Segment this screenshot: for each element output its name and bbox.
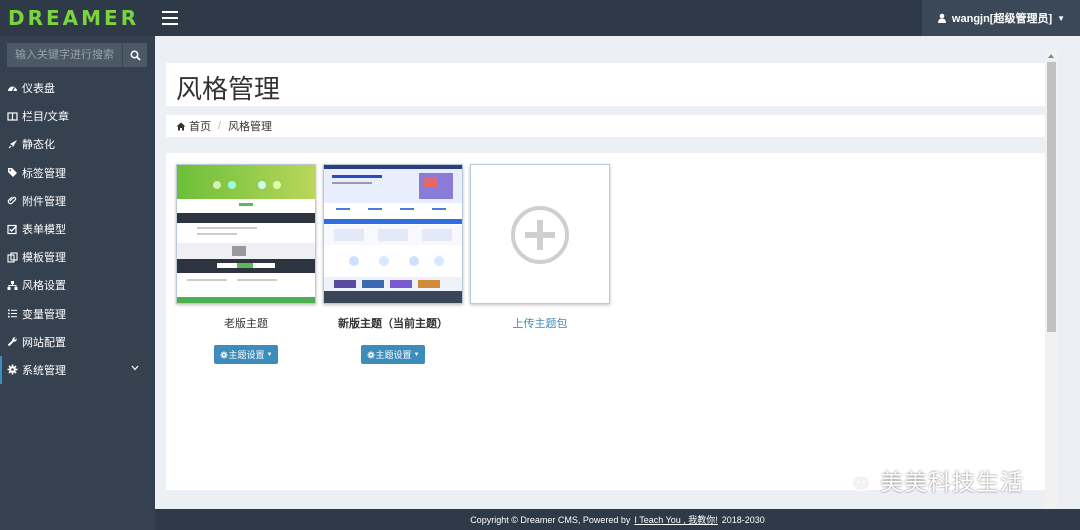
plus-circle-icon <box>511 206 569 264</box>
sidebar-item-columns[interactable]: 栏目/文章 <box>0 102 155 130</box>
sidebar-item-attachments[interactable]: 附件管理 <box>0 187 155 215</box>
upload-theme-box[interactable] <box>470 164 610 304</box>
sidebar-item-label: 附件管理 <box>22 195 66 208</box>
caret-down-icon: ▼ <box>413 351 420 358</box>
search-input[interactable] <box>7 43 122 67</box>
gear-icon <box>219 350 228 359</box>
footer-years: 2018-2030 <box>721 514 765 525</box>
logo-text: DREAMER <box>8 6 140 30</box>
new-theme-preview-image <box>324 165 462 303</box>
theme-settings-button-new[interactable]: 主题设置 ▼ <box>361 345 425 364</box>
search-icon <box>130 50 141 61</box>
menu-toggle-icon[interactable] <box>162 11 178 25</box>
logo[interactable]: DREAMER <box>0 0 155 36</box>
scroll-thumb[interactable] <box>1047 62 1056 332</box>
wechat-icon <box>839 468 871 492</box>
sidebar-item-label: 变量管理 <box>22 308 66 321</box>
user-menu[interactable]: wangjn[超级管理员] ▼ <box>922 0 1080 36</box>
breadcrumb-separator: / <box>218 120 222 132</box>
list-icon <box>7 308 18 319</box>
breadcrumb-home-label: 首页 <box>189 121 211 133</box>
sidebar-item-forms[interactable]: 表单模型 <box>0 215 155 243</box>
old-theme-preview-image <box>177 165 315 303</box>
template-icon <box>7 252 18 263</box>
footer-copyright: Copyright © Dreamer CMS, Powered by <box>470 514 631 525</box>
themes-panel: 老版主题 主题设置 ▼ 新版主题（当前主题） 主题设置 ▼ 上传主题包 <box>166 153 1046 490</box>
theme-card-old: 老版主题 主题设置 ▼ <box>176 164 316 364</box>
wrench-icon <box>7 336 18 347</box>
sidebar-item-static[interactable]: 静态化 <box>0 130 155 158</box>
footer: Copyright © Dreamer CMS, Powered by I Te… <box>155 509 1080 530</box>
theme-card-new: 新版主题（当前主题） 主题设置 ▼ <box>323 164 463 364</box>
gear-icon <box>7 364 18 375</box>
theme-settings-button-old[interactable]: 主题设置 ▼ <box>214 345 278 364</box>
sidebar-item-system[interactable]: 系统管理 <box>0 355 155 385</box>
watermark: 美美科技生活 <box>838 463 1024 497</box>
sidebar-item-label: 标签管理 <box>22 167 66 180</box>
sidebar-search <box>7 43 147 67</box>
breadcrumb-current: 风格管理 <box>228 121 273 133</box>
sidebar-item-label: 系统管理 <box>22 364 66 377</box>
sidebar-item-label: 网站配置 <box>22 336 66 349</box>
paperclip-icon <box>7 195 18 206</box>
breadcrumb: 首页 / 风格管理 <box>166 115 1046 137</box>
page-header: 风格管理 <box>166 63 1046 106</box>
theme-name-old: 老版主题 <box>224 318 268 330</box>
tags-icon <box>7 167 18 178</box>
top-navbar: DREAMER wangjn[超级管理员] ▼ <box>0 0 1080 36</box>
content-scrollbar[interactable] <box>1045 50 1058 509</box>
theme-thumbnail-new[interactable] <box>323 164 463 304</box>
caret-down-icon: ▼ <box>266 351 273 358</box>
sitemap-icon <box>7 280 18 291</box>
sidebar-item-variables[interactable]: 变量管理 <box>0 300 155 328</box>
sidebar-item-label: 仪表盘 <box>22 83 55 96</box>
sidebar-item-label: 栏目/文章 <box>22 111 70 124</box>
sidebar-item-label: 风格设置 <box>22 280 66 293</box>
sidebar-item-site-config[interactable]: 网站配置 <box>0 328 155 356</box>
search-button[interactable] <box>122 43 147 67</box>
sidebar-item-label: 表单模型 <box>22 224 66 237</box>
dashboard-icon <box>7 83 18 94</box>
sidebar-item-dashboard[interactable]: 仪表盘 <box>0 74 155 102</box>
page-title: 风格管理 <box>176 74 281 104</box>
watermark-text: 美美科技生活 <box>880 469 1024 495</box>
theme-upload-card: 上传主题包 <box>470 164 610 331</box>
columns-icon <box>7 111 18 122</box>
scroll-up-arrow-icon[interactable] <box>1048 54 1054 58</box>
theme-name-new: 新版主题（当前主题） <box>338 318 448 330</box>
upload-theme-link[interactable]: 上传主题包 <box>470 315 610 331</box>
sidebar-item-tags[interactable]: 标签管理 <box>0 159 155 187</box>
sidebar-item-style[interactable]: 风格设置 <box>0 271 155 299</box>
user-icon <box>937 13 946 23</box>
sidebar-item-templates[interactable]: 模板管理 <box>0 243 155 271</box>
breadcrumb-home[interactable]: 首页 <box>176 118 211 134</box>
user-name: wangjn[超级管理员] <box>951 13 1053 25</box>
theme-thumbnail-old[interactable] <box>176 164 316 304</box>
chevron-down-icon <box>131 365 139 371</box>
checkbox-icon <box>7 224 18 235</box>
sidebar-item-label: 模板管理 <box>22 252 66 265</box>
gear-icon <box>366 350 375 359</box>
main-content: 风格管理 首页 / 风格管理 老版主题 主题设置 ▼ 新版主题（当前主题） 主题… <box>155 36 1046 509</box>
theme-settings-label: 主题设置 <box>228 350 265 360</box>
rocket-icon <box>7 139 18 150</box>
caret-down-icon: ▼ <box>1057 13 1066 23</box>
home-icon <box>176 122 186 130</box>
sidebar: 仪表盘 栏目/文章 静态化 标签管理 附件管理 表单模型 模板管理 风格设置 <box>0 36 155 530</box>
theme-settings-label: 主题设置 <box>375 350 412 360</box>
footer-link[interactable]: I Teach You , 我教你! <box>634 513 717 526</box>
sidebar-item-label: 静态化 <box>22 139 55 152</box>
sidebar-nav: 仪表盘 栏目/文章 静态化 标签管理 附件管理 表单模型 模板管理 风格设置 变… <box>0 74 155 385</box>
